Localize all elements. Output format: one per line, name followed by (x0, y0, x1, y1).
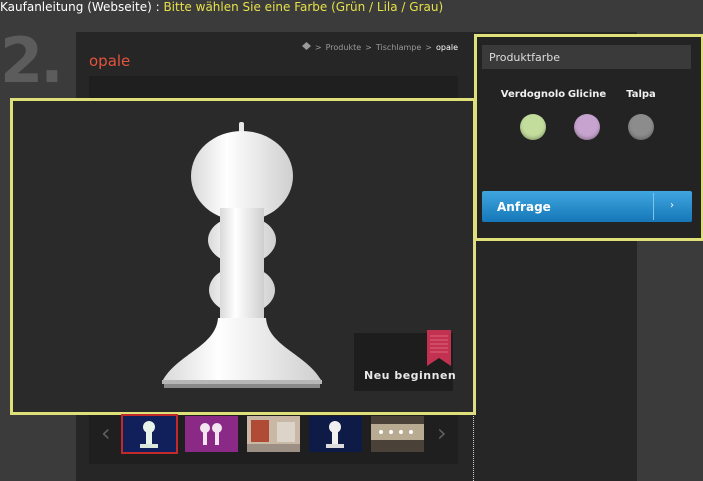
chevron-right-icon: > (365, 42, 372, 52)
lamp-thumb-icon (326, 421, 344, 448)
restart-button-label[interactable]: Neu beginnen (364, 369, 456, 382)
swatch-talpa[interactable] (628, 114, 654, 140)
divider (473, 238, 474, 481)
room-thumb-icon (247, 420, 300, 452)
thumbnail-next-arrow[interactable]: › (437, 418, 447, 448)
breadcrumb-current: opale (435, 42, 458, 52)
swatch-glicine[interactable] (574, 114, 600, 140)
product-title: opale (89, 52, 131, 70)
thumbnail-5[interactable] (371, 416, 424, 452)
swatch-verdognolo[interactable] (520, 114, 546, 140)
request-button-label[interactable]: Anfrage (497, 200, 551, 214)
request-button-divider (653, 193, 654, 220)
lamp-thumb-icon (200, 423, 222, 445)
chevron-right-icon: > (425, 42, 432, 52)
lamp-thumb-icon (140, 421, 158, 448)
chevron-right-icon[interactable]: › (670, 200, 674, 211)
chevron-right-icon: > (314, 42, 322, 52)
thumbnail-1[interactable] (121, 414, 178, 454)
breadcrumb-item-tischlampe[interactable]: Tischlampe (376, 43, 421, 52)
instruction-caption: Kaufanleitung (Webseite) : Bitte wählen … (0, 0, 443, 14)
thumbnail-4[interactable] (309, 416, 362, 452)
room-thumb-icon (371, 424, 424, 440)
thumbnail-2[interactable] (185, 416, 238, 452)
thumbnail-3[interactable] (247, 416, 300, 452)
breadcrumb-item-produkte[interactable]: Produkte (326, 43, 362, 52)
breadcrumb: > Produkte > Tischlampe > opale (301, 42, 458, 52)
thumbnail-prev-arrow[interactable]: ‹ (101, 418, 111, 448)
swatch-label-talpa: Talpa (626, 89, 656, 100)
step-number: 2. (0, 24, 64, 97)
caption-highlight: Bitte wählen Sie eine Farbe (Grün / Lila… (163, 0, 444, 14)
home-icon[interactable] (301, 42, 311, 52)
lamp-image (162, 122, 322, 388)
color-panel-heading: Produktfarbe (489, 51, 560, 64)
bookmark-icon (427, 330, 451, 366)
caption-prefix: Kaufanleitung (Webseite) : (0, 0, 164, 14)
